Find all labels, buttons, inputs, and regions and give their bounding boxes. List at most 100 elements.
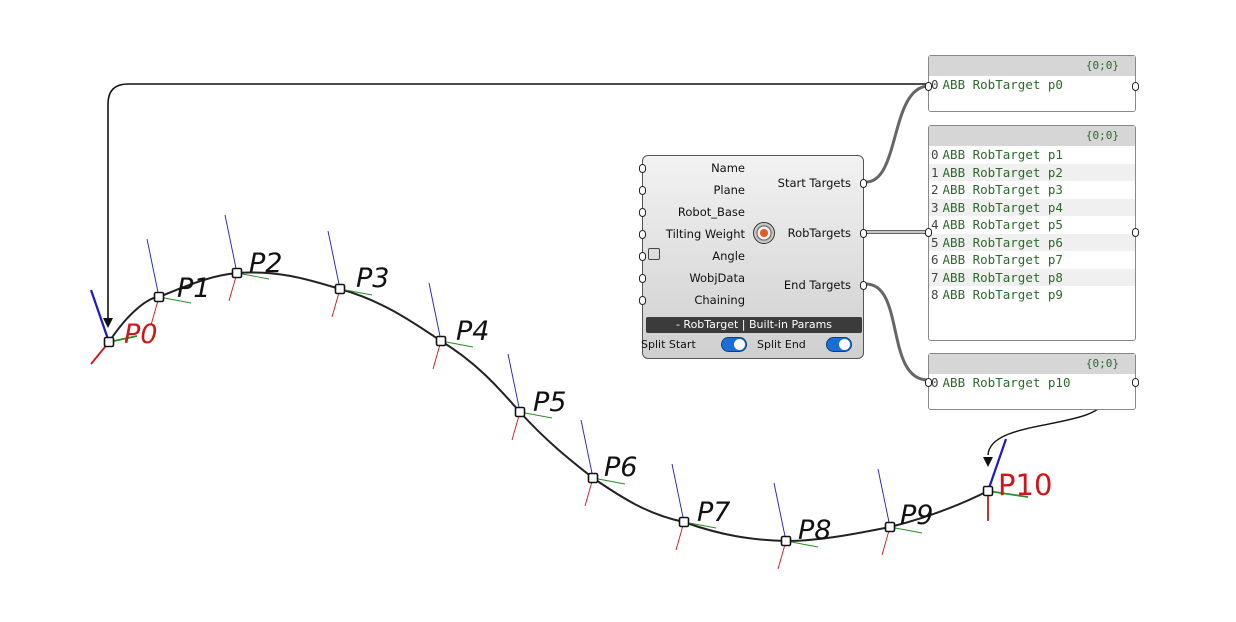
row-value: ABB RobTarget p7 [942, 252, 1063, 267]
output-grip-start-targets[interactable] [860, 179, 867, 188]
target-point-p1 [153, 291, 165, 303]
output-grip-end-targets[interactable] [860, 281, 867, 290]
panel-row: 8 ABB RobTarget p9 [929, 286, 1135, 304]
point-label-p3: P3 [356, 263, 390, 294]
panel-path-header: {0;0} [929, 126, 1135, 146]
panel-row: 7 ABB RobTarget p8 [929, 268, 1135, 286]
point-label-p2: P2 [249, 248, 283, 279]
point-label-p8: P8 [798, 515, 832, 546]
target-point-p9 [884, 521, 896, 533]
input-grip-angle[interactable] [639, 252, 646, 261]
panel-input-grip[interactable] [925, 378, 932, 387]
row-index: 1 [931, 164, 939, 180]
point-label-p0: P0 [124, 319, 158, 350]
input-label-tilting-weight: Tilting Weight [665, 227, 745, 241]
row-value: ABB RobTarget p8 [942, 269, 1063, 285]
toggle-knob [839, 339, 850, 350]
target-point-p7 [678, 516, 690, 528]
robtarget-component[interactable]: Name Plane Robot_Base Tilting Weight Ang… [639, 155, 867, 359]
output-label-end-targets: End Targets [783, 278, 851, 292]
point-label-p10: P10 [998, 468, 1053, 502]
panel-output-grip[interactable] [1132, 378, 1139, 387]
panel-row: 5 ABB RobTarget p6 [929, 233, 1135, 251]
row-value: ABB RobTarget p6 [942, 234, 1063, 250]
panel-input-grip[interactable] [925, 228, 932, 237]
input-label-robot-base: Robot_Base [677, 205, 745, 219]
target-point-p10 [982, 485, 994, 497]
target-point-p4 [435, 335, 447, 347]
z-axis-line [877, 468, 891, 528]
z-axis-line [224, 214, 238, 274]
split-start-toggle[interactable] [721, 337, 747, 352]
row-value: ABB RobTarget p1 [942, 147, 1063, 162]
input-grip-tilting-weight[interactable] [639, 230, 646, 239]
target-point-p5 [514, 406, 526, 418]
row-index: 5 [931, 234, 939, 250]
output-grip-robtargets[interactable] [860, 229, 867, 238]
row-index: 3 [931, 199, 939, 215]
row-value: ABB RobTarget p2 [942, 164, 1063, 180]
panel-end-targets[interactable]: {0;0} 0 ABB RobTarget p10 [925, 353, 1139, 410]
panel-row: 0 ABB RobTarget p0 [929, 76, 1135, 94]
row-value: ABB RobTarget p4 [942, 199, 1063, 215]
point-label-p4: P4 [456, 316, 490, 347]
panel-output-grip[interactable] [1132, 82, 1139, 91]
target-point-p0 [103, 336, 115, 348]
input-grip-plane[interactable] [639, 186, 646, 195]
dial-dot-icon [760, 229, 768, 237]
arrow-head-p10 [983, 457, 993, 467]
split-start-label: Split Start [641, 338, 696, 351]
point-label-p9: P9 [900, 500, 934, 531]
panel-row: 0 ABB RobTarget p10 [929, 374, 1135, 392]
row-value: ABB RobTarget p3 [942, 182, 1063, 197]
row-value: ABB RobTarget p0 [942, 77, 1063, 92]
wire-start-targets [865, 84, 929, 184]
row-index: 7 [931, 269, 939, 285]
panel-path-header: {0;0} [929, 56, 1135, 76]
point-label-p6: P6 [604, 452, 638, 483]
z-axis-line [89, 289, 111, 343]
input-grip-name[interactable] [639, 164, 646, 173]
target-point-p8 [780, 535, 792, 547]
row-value: ABB RobTarget p10 [942, 375, 1071, 390]
input-grip-wobjdata[interactable] [639, 274, 646, 283]
panel-row: 3 ABB RobTarget p4 [929, 198, 1135, 216]
input-label-name: Name [711, 161, 745, 175]
toggle-knob [734, 339, 745, 350]
input-grip-chaining[interactable] [639, 296, 646, 305]
row-value: ABB RobTarget p5 [942, 217, 1063, 232]
point-label-p5: P5 [533, 387, 567, 418]
input-label-plane: Plane [713, 183, 745, 197]
point-label-p7: P7 [697, 497, 731, 528]
target-point-p3 [334, 283, 346, 295]
target-point-p2 [231, 267, 243, 279]
target-point-p6 [587, 472, 599, 484]
row-index: 2 [931, 182, 939, 197]
output-label-start-targets: Start Targets [777, 176, 851, 190]
z-axis-line [507, 353, 521, 413]
split-end-toggle[interactable] [826, 337, 852, 352]
panel-row: 2 ABB RobTarget p3 [929, 181, 1135, 199]
split-end-label: Split End [757, 338, 806, 351]
panel-row: 4 ABB RobTarget p5 [929, 216, 1135, 234]
input-label-wobjdata: WobjData [689, 271, 745, 285]
panel-row: 0 ABB RobTarget p1 [929, 146, 1135, 164]
panel-row: 1 ABB RobTarget p2 [929, 163, 1135, 181]
panel-input-grip[interactable] [925, 82, 932, 91]
row-index: 8 [931, 287, 939, 302]
z-axis-line [773, 482, 787, 542]
row-index: 6 [931, 252, 939, 267]
panel-robtargets[interactable]: {0;0} 0 ABB RobTarget p1 1 ABB RobTarget p2… [925, 125, 1139, 341]
component-title-bar[interactable]: - RobTarget | Built-in Params [646, 317, 862, 333]
z-axis-line [146, 238, 160, 298]
panel-output-grip[interactable] [1132, 228, 1139, 237]
row-index: 0 [931, 147, 939, 162]
input-grip-robot-base[interactable] [639, 208, 646, 217]
component-icon [753, 222, 775, 244]
panel-path-header: {0;0} [929, 354, 1135, 374]
input-label-chaining: Chaining [694, 293, 745, 307]
point-label-p1: P1 [177, 273, 211, 304]
z-axis-line [327, 230, 341, 290]
panel-start-targets[interactable]: {0;0} 0 ABB RobTarget p0 [925, 55, 1139, 112]
angle-settings-icon[interactable] [648, 248, 660, 260]
